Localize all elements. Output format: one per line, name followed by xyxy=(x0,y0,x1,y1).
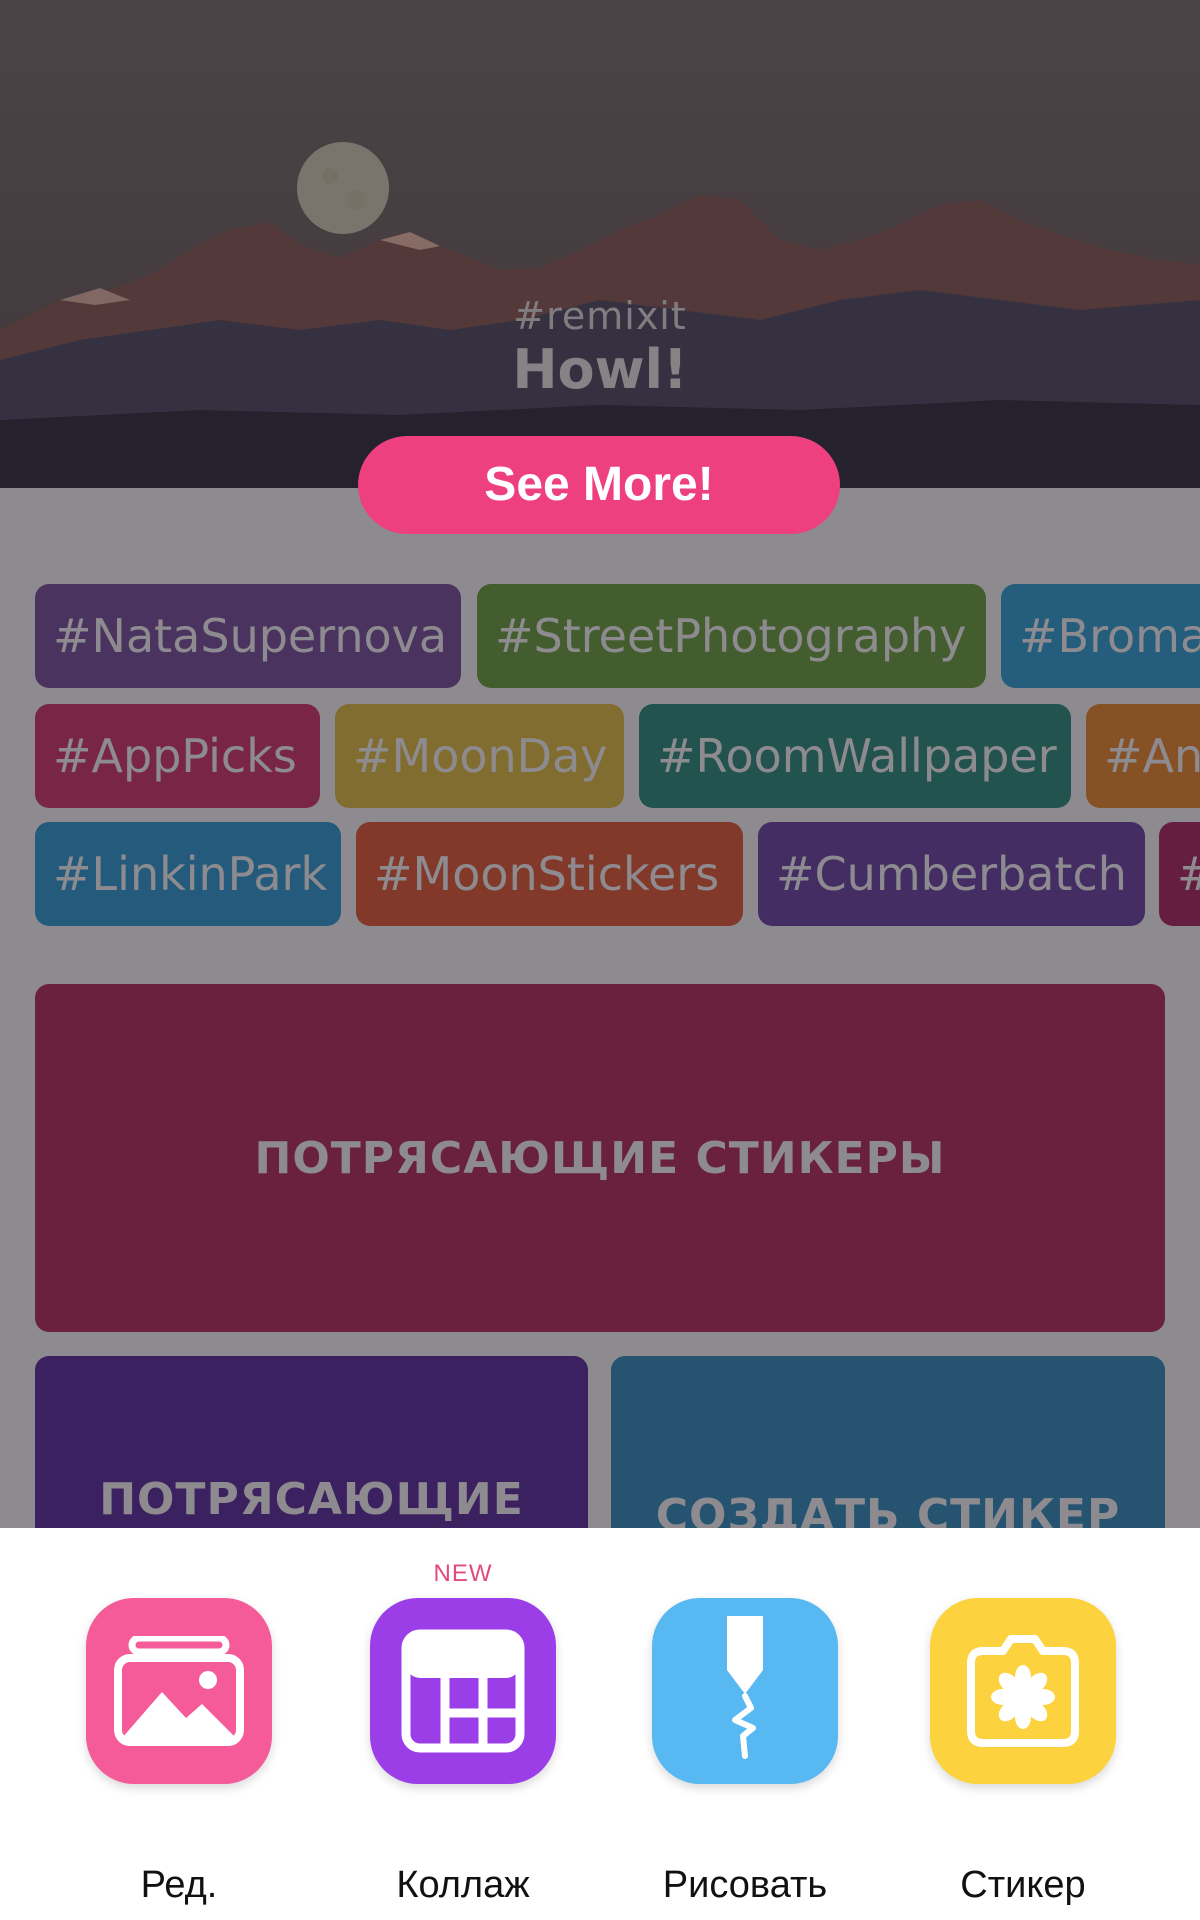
tag-chip[interactable]: #LinkinPark xyxy=(35,822,341,926)
action-sticker-tile[interactable] xyxy=(930,1598,1116,1784)
tag-chip[interactable]: #Broma xyxy=(1001,584,1200,688)
action-collage[interactable]: NEW Коллаж xyxy=(368,1560,558,1906)
promo-card-label: ПОТРЯСАЮЩИЕ xyxy=(99,1474,524,1525)
pen-draw-icon xyxy=(727,1616,763,1759)
promo-card-label: ПОТРЯСАЮЩИЕ СТИКЕРЫ xyxy=(254,1132,946,1184)
app-screen: #remixit Howl! See More! #NataSupernova … xyxy=(0,0,1200,1920)
photo-icon xyxy=(114,1636,244,1746)
action-edit-tile[interactable] xyxy=(86,1598,272,1784)
tag-chip[interactable]: #MoonStickers xyxy=(356,822,743,926)
action-sticker-label: Стикер xyxy=(960,1864,1086,1906)
tag-chip[interactable]: #RoomWallpaper xyxy=(639,704,1071,808)
action-edit[interactable]: Ред. xyxy=(84,1598,274,1906)
action-edit-label: Ред. xyxy=(140,1864,218,1906)
action-draw-label: Рисовать xyxy=(662,1864,828,1906)
action-collage-label: Коллаж xyxy=(396,1864,530,1906)
tag-chip[interactable]: #Cumberbatch xyxy=(758,822,1145,926)
tag-chip[interactable]: #StreetPhotography xyxy=(477,584,986,688)
action-draw[interactable]: Рисовать xyxy=(650,1598,840,1906)
see-more-button[interactable]: See More! xyxy=(358,436,840,534)
hero-title: Howl! xyxy=(512,338,688,401)
action-draw-tile[interactable] xyxy=(652,1598,838,1784)
action-sheet: Ред. NEW Коллаж Рисовать Стикер xyxy=(0,1528,1200,1920)
tag-chip[interactable]: #AppPicks xyxy=(35,704,320,808)
hero-hashtag: #remixit xyxy=(513,294,687,338)
action-sticker[interactable]: Стикер xyxy=(928,1598,1118,1906)
promo-card-stickers[interactable]: ПОТРЯСАЮЩИЕ СТИКЕРЫ xyxy=(35,984,1165,1332)
mountain-moon-illustration xyxy=(0,142,1200,488)
tag-chip[interactable]: # xyxy=(1159,822,1200,926)
collage-grid-icon xyxy=(401,1629,525,1753)
tag-chip[interactable]: #NataSupernova xyxy=(35,584,461,688)
hero-banner[interactable]: #remixit Howl! xyxy=(0,0,1200,488)
sticker-camera-icon xyxy=(967,1635,1079,1747)
action-collage-tile[interactable] xyxy=(370,1598,556,1784)
tag-chip[interactable]: #An xyxy=(1086,704,1200,808)
tag-chip[interactable]: #MoonDay xyxy=(335,704,624,808)
new-badge: NEW xyxy=(433,1560,493,1587)
